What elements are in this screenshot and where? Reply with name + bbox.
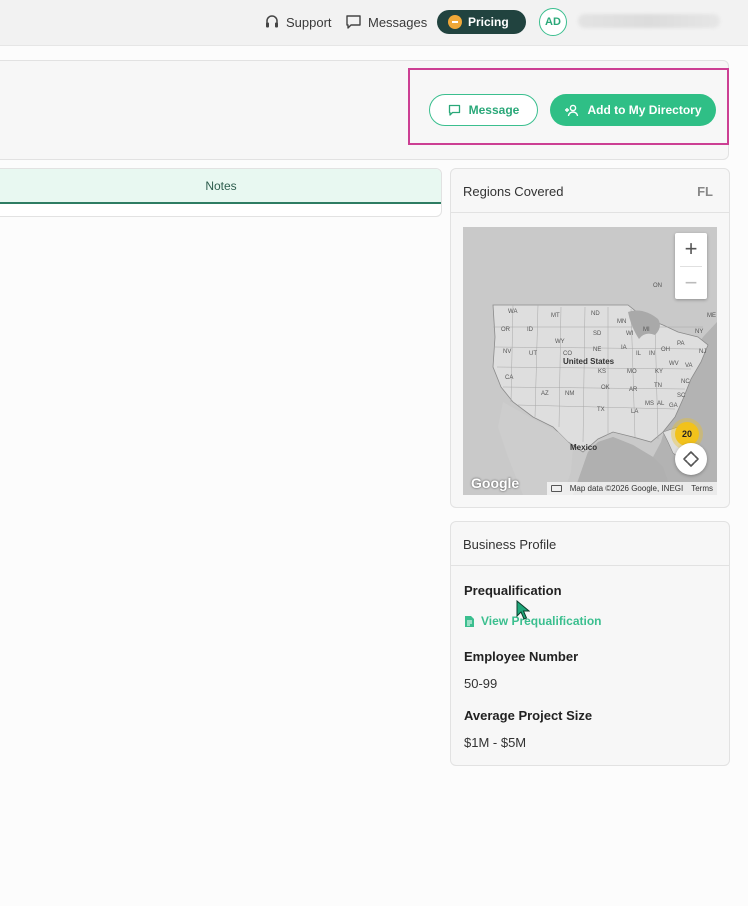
zoom-in-button[interactable]: + [675, 233, 707, 265]
map-attribution: Map data ©2026 Google, INEGI Terms [546, 482, 717, 495]
regions-card-header: Regions Covered FL [451, 169, 729, 213]
message-button-label: Message [468, 103, 520, 117]
view-prequalification-label: View Prequalification [481, 614, 602, 628]
map-label-mexico: Mexico [570, 443, 598, 452]
map-state-label: WY [555, 339, 565, 345]
map-state-label: NJ [699, 349, 707, 355]
map-state-label: TN [654, 383, 662, 389]
add-to-directory-label: Add to My Directory [587, 103, 702, 117]
average-project-size-label: Average Project Size [464, 708, 593, 723]
map-state-label: CO [563, 351, 572, 357]
profile-card-header: Business Profile [451, 522, 729, 566]
map-state-label: SC [677, 393, 686, 399]
add-to-directory-button[interactable]: Add to My Directory [550, 94, 716, 126]
map-state-label: MT [551, 313, 560, 319]
map-state-label: ON [653, 283, 662, 289]
map-state-label: LA [631, 409, 639, 415]
map-state-label: IL [636, 351, 642, 357]
map-state-label: WI [626, 331, 634, 337]
profile-title: Business Profile [463, 537, 557, 552]
support-label: Support [286, 14, 332, 30]
pricing-button[interactable]: Pricing [437, 10, 526, 34]
map-terms-link[interactable]: Terms [691, 484, 713, 493]
map-state-label: VA [685, 363, 693, 369]
map-state-label: OH [661, 347, 670, 353]
map-state-label: OK [601, 385, 610, 391]
messages-label: Messages [368, 14, 428, 30]
map-state-label: ID [527, 327, 533, 333]
map-state-label: MS [645, 401, 654, 407]
map-data-text: Map data ©2026 Google, INEGI [569, 484, 684, 493]
message-icon [448, 104, 460, 116]
pricing-label: Pricing [468, 15, 509, 29]
map-state-label: AR [629, 387, 638, 393]
support-link[interactable]: Support [264, 13, 332, 31]
chat-bubble-icon [346, 15, 361, 29]
map-state-label: KY [655, 369, 664, 375]
map-state-label: WV [669, 361, 679, 367]
keyboard-icon[interactable] [550, 485, 562, 492]
map-state-label: PA [677, 341, 685, 347]
message-button[interactable]: Message [429, 94, 538, 126]
top-bar: Support Messages Pricing AD [0, 0, 748, 46]
map-state-label: NM [565, 391, 575, 397]
map-state-label: KS [598, 369, 607, 375]
document-icon [465, 615, 474, 627]
map-state-label: GA [669, 403, 678, 409]
map-label-united-states: United States [563, 357, 615, 366]
regions-title: Regions Covered [463, 184, 564, 199]
view-prequalification-link[interactable]: View Prequalification [464, 614, 601, 628]
map-state-label: OR [501, 327, 510, 333]
add-user-icon [565, 104, 579, 116]
business-profile-card: Business Profile Prequalification View P… [450, 521, 730, 766]
map-state-label: NC [681, 379, 690, 385]
map-state-label: IN [649, 351, 655, 357]
map-state-label: NE [593, 347, 602, 353]
messages-link[interactable]: Messages [345, 13, 427, 31]
mouse-cursor-icon [516, 600, 530, 620]
pan-arrows-icon [683, 451, 699, 467]
zoom-out-button[interactable]: − [675, 267, 707, 299]
map-state-label: IA [621, 345, 627, 351]
avatar[interactable]: AD [539, 8, 567, 36]
tab-notes[interactable]: Notes [0, 169, 441, 204]
headset-icon [266, 15, 278, 28]
map-state-label: ND [591, 311, 600, 317]
map-state-label: NV [503, 349, 512, 355]
prequalification-label: Prequalification [464, 583, 562, 598]
google-logo: Google [471, 475, 520, 491]
map-zoom-control: + − [675, 233, 707, 299]
map-state-label: MI [643, 327, 650, 333]
map-pan-control[interactable] [675, 443, 707, 475]
map-state-label: WA [508, 309, 518, 315]
map-state-label: MO [627, 369, 637, 375]
map-state-label: AZ [541, 391, 549, 397]
map-state-label: TX [597, 407, 605, 413]
map-state-label: NY [695, 329, 704, 335]
regions-code: FL [697, 184, 713, 199]
user-name-blurred[interactable] [578, 14, 720, 28]
map-state-label: MN [617, 319, 627, 325]
regions-card: Regions Covered FL United States Mexico [450, 168, 730, 508]
regions-map[interactable]: United States Mexico WA MT ND MN OR ID S… [463, 227, 717, 495]
employee-number-label: Employee Number [464, 649, 579, 664]
map-state-label: AL [657, 401, 665, 407]
map-state-label: ME [707, 313, 716, 319]
map-state-label: CA [505, 375, 514, 381]
map-state-label: UT [529, 351, 537, 357]
tabs-card: Notes [0, 168, 442, 217]
employee-number-value: 50-99 [464, 676, 498, 691]
map-state-label: SD [593, 331, 602, 337]
pricing-icon [448, 15, 462, 29]
average-project-size-value: $1M - $5M [464, 735, 527, 750]
